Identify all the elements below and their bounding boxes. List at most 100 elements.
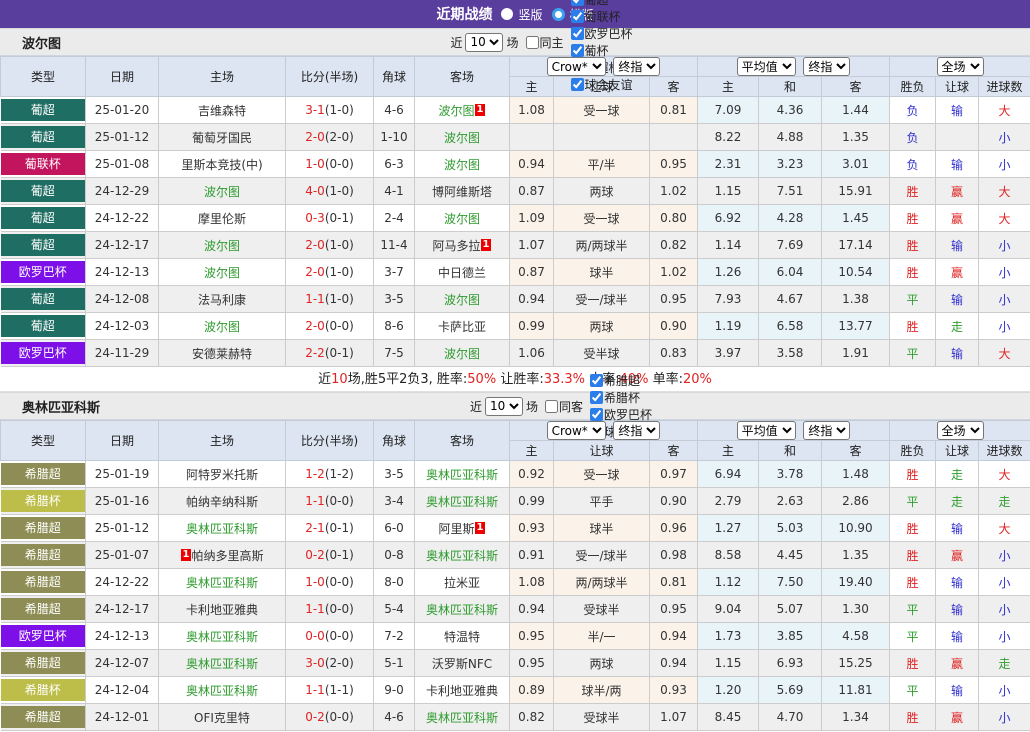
handicap-line: 两球 bbox=[554, 313, 650, 340]
avg-time-select[interactable]: 终指 bbox=[803, 421, 850, 440]
home-team-name[interactable]: 波尔图 bbox=[204, 266, 240, 280]
away-team-name[interactable]: 波尔图 bbox=[444, 212, 480, 226]
away-team-cell: 阿里斯1 bbox=[415, 515, 510, 542]
away-team-name[interactable]: 奥林匹亚科斯 bbox=[426, 603, 498, 617]
odds-home: 0.87 bbox=[510, 259, 554, 286]
match-row: 希腊超24-12-17卡利地亚雅典1-1(0-0)5-4奥林匹亚科斯0.94受球… bbox=[1, 596, 1030, 623]
avg-select[interactable]: 平均值 bbox=[737, 57, 796, 76]
home-team-name[interactable]: 摩里伦斯 bbox=[198, 212, 246, 226]
odds-source-select[interactable]: Crow* bbox=[547, 57, 606, 76]
matches-table: 类型 日期 主场 比分(半场) 角球 客场 Crow* 终指 平均值 终指 bbox=[0, 56, 1030, 367]
home-team-cell: 波尔图 bbox=[159, 232, 286, 259]
competition-checkbox[interactable] bbox=[571, 27, 584, 40]
avg-away-odds: 15.25 bbox=[822, 650, 890, 677]
away-team-name[interactable]: 阿里斯 bbox=[439, 522, 475, 536]
competition-option[interactable]: 葡联杯 bbox=[571, 8, 633, 25]
odds-source-select[interactable]: Crow* bbox=[547, 421, 606, 440]
competition-option[interactable]: 希腊杯 bbox=[590, 389, 652, 406]
away-team-name[interactable]: 拉米亚 bbox=[444, 576, 480, 590]
home-team-name[interactable]: 奥林匹亚科斯 bbox=[186, 684, 258, 698]
same-venue-option[interactable]: 同客 bbox=[545, 398, 583, 415]
same-venue-checkbox[interactable] bbox=[526, 36, 539, 49]
home-team-name[interactable]: 波尔图 bbox=[204, 185, 240, 199]
home-team-name[interactable]: 法马利康 bbox=[198, 293, 246, 307]
home-team-cell: 安德莱赫特 bbox=[159, 340, 286, 367]
away-team-name[interactable]: 波尔图 bbox=[439, 104, 475, 118]
match-score: 1-1(1-0) bbox=[286, 286, 374, 313]
away-team-name[interactable]: 特温特 bbox=[444, 630, 480, 644]
away-team-cell: 卡利地亚雅典 bbox=[415, 677, 510, 704]
corner-score: 0-8 bbox=[374, 542, 415, 569]
competition-option[interactable]: 欧罗巴杯 bbox=[571, 25, 633, 42]
away-team-name[interactable]: 沃罗斯NFC bbox=[432, 657, 492, 671]
match-type-cell: 欧罗巴杯 bbox=[1, 340, 86, 367]
corner-score: 5-4 bbox=[374, 596, 415, 623]
result-goals: 小 bbox=[979, 232, 1030, 259]
competition-checkbox[interactable] bbox=[571, 0, 584, 6]
same-venue-checkbox[interactable] bbox=[545, 400, 558, 413]
away-team-name[interactable]: 中日德兰 bbox=[438, 266, 486, 280]
competition-checkbox[interactable] bbox=[571, 78, 584, 91]
match-score: 4-0(1-0) bbox=[286, 178, 374, 205]
home-team-name[interactable]: 葡萄牙国民 bbox=[192, 131, 252, 145]
result-handicap: 输 bbox=[936, 232, 979, 259]
home-team-cell: 奥林匹亚科斯 bbox=[159, 515, 286, 542]
away-team-name[interactable]: 奥林匹亚科斯 bbox=[426, 495, 498, 509]
competition-checkbox[interactable] bbox=[571, 10, 584, 23]
away-team-name[interactable]: 奥林匹亚科斯 bbox=[426, 711, 498, 725]
competition-checkbox[interactable] bbox=[571, 44, 584, 57]
away-team-name[interactable]: 波尔图 bbox=[444, 158, 480, 172]
result-goals: 大 bbox=[979, 178, 1030, 205]
home-team-name[interactable]: 安德莱赫特 bbox=[192, 347, 252, 361]
full-time-score: 0-0 bbox=[305, 629, 325, 643]
handicap-line: 两球 bbox=[554, 650, 650, 677]
competition-checkbox[interactable] bbox=[590, 374, 603, 387]
match-type-cell: 葡超 bbox=[1, 178, 86, 205]
handicap-line: 受半球 bbox=[554, 340, 650, 367]
odds-away: 0.90 bbox=[650, 313, 698, 340]
home-team-name[interactable]: 波尔图 bbox=[204, 239, 240, 253]
match-type-badge: 欧罗巴杯 bbox=[1, 342, 86, 364]
home-team-name[interactable]: 帕纳多里高斯 bbox=[191, 549, 263, 563]
home-team-name[interactable]: 波尔图 bbox=[204, 320, 240, 334]
home-team-name[interactable]: 吉维森特 bbox=[198, 104, 246, 118]
competition-option[interactable]: 希腊超 bbox=[590, 372, 652, 389]
scope-select[interactable]: 全场 bbox=[937, 57, 984, 76]
same-venue-option[interactable]: 同主 bbox=[526, 34, 564, 51]
away-team-name[interactable]: 卡萨比亚 bbox=[438, 320, 486, 334]
avg-home-odds: 1.20 bbox=[698, 677, 759, 704]
home-team-name[interactable]: 奥林匹亚科斯 bbox=[186, 657, 258, 671]
avg-away-odds: 11.81 bbox=[822, 677, 890, 704]
match-type-badge: 欧罗巴杯 bbox=[1, 261, 86, 283]
odds-time-select[interactable]: 终指 bbox=[613, 421, 660, 440]
away-team-name[interactable]: 波尔图 bbox=[444, 293, 480, 307]
away-team-name[interactable]: 卡利地亚雅典 bbox=[426, 684, 498, 698]
scope-select[interactable]: 全场 bbox=[937, 421, 984, 440]
home-team-name[interactable]: 帕纳辛纳科斯 bbox=[186, 495, 258, 509]
away-team-name[interactable]: 波尔图 bbox=[444, 131, 480, 145]
away-team-name[interactable]: 阿马多拉 bbox=[433, 239, 481, 253]
home-team-name[interactable]: 卡利地亚雅典 bbox=[186, 603, 258, 617]
avg-select[interactable]: 平均值 bbox=[737, 421, 796, 440]
odds-time-select[interactable]: 终指 bbox=[613, 57, 660, 76]
recent-count-select[interactable]: 10 bbox=[465, 33, 503, 52]
home-team-name[interactable]: 阿特罗米托斯 bbox=[186, 468, 258, 482]
competition-checkbox[interactable] bbox=[590, 391, 603, 404]
away-team-name[interactable]: 博阿维斯塔 bbox=[432, 185, 492, 199]
home-team-name[interactable]: 奥林匹亚科斯 bbox=[186, 576, 258, 590]
away-team-name[interactable]: 奥林匹亚科斯 bbox=[426, 549, 498, 563]
competition-option[interactable]: 葡超 bbox=[571, 0, 633, 8]
scope-header: 全场 bbox=[890, 57, 1030, 77]
match-type-cell: 希腊杯 bbox=[1, 677, 86, 704]
avg-time-select[interactable]: 终指 bbox=[803, 57, 850, 76]
home-team-name[interactable]: 里斯本竞技(中) bbox=[181, 158, 262, 172]
home-team-name[interactable]: 奥林匹亚科斯 bbox=[186, 630, 258, 644]
competition-checkbox[interactable] bbox=[590, 408, 603, 421]
away-team-name[interactable]: 奥林匹亚科斯 bbox=[426, 468, 498, 482]
away-team-name[interactable]: 波尔图 bbox=[444, 347, 480, 361]
recent-count-select[interactable]: 10 bbox=[485, 397, 523, 416]
result-handicap: 输 bbox=[936, 340, 979, 367]
home-team-name[interactable]: OFI克里特 bbox=[194, 711, 250, 725]
odds-home: 0.92 bbox=[510, 461, 554, 488]
home-team-name[interactable]: 奥林匹亚科斯 bbox=[186, 522, 258, 536]
